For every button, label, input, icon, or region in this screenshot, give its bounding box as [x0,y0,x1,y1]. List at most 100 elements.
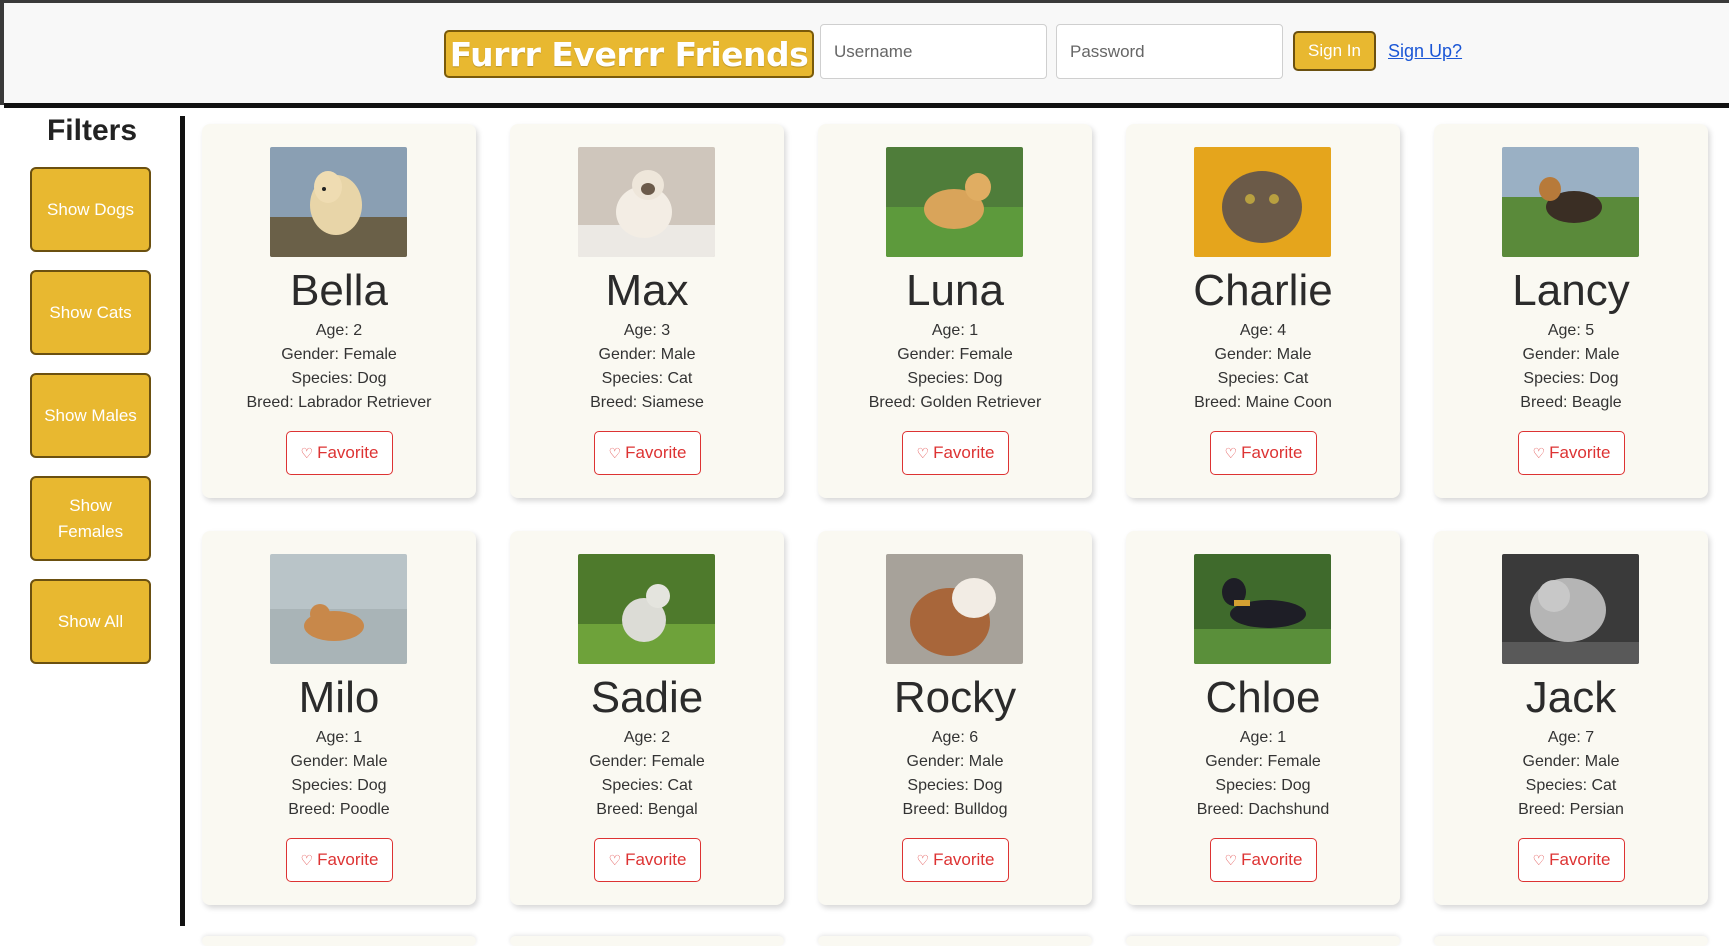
pet-gender: Gender: Female [281,346,397,363]
favorite-label: Favorite [1241,443,1303,462]
show-all-button[interactable]: Show All [30,579,151,664]
heart-icon: ♡ [916,445,930,461]
pet-species: Species: Dog [291,370,387,387]
pet-age: Age: 1 [1239,729,1287,746]
pet-name: Rocky [893,673,1017,722]
favorite-label: Favorite [1241,850,1303,869]
pet-photo [578,554,715,664]
pet-photo [1502,554,1639,664]
show-males-button[interactable]: Show Males [30,373,151,458]
show-dogs-button[interactable]: Show Dogs [30,167,151,252]
heart-icon: ♡ [300,852,314,868]
pet-gender: Gender: Male [598,346,696,363]
pet-species: Species: Dog [1215,777,1311,794]
pet-name: Jack [1525,673,1617,722]
pet-card [510,936,784,946]
pet-name: Bella [290,266,388,315]
pet-age: Age: 4 [1239,322,1287,339]
pet-breed: Breed: Siamese [590,394,704,411]
pet-gender: Gender: Male [1214,346,1312,363]
heart-icon: ♡ [1532,445,1546,461]
pet-photo [578,147,715,257]
heart-icon: ♡ [1224,852,1238,868]
favorite-label: Favorite [317,850,379,869]
pet-breed: Breed: Persian [1518,801,1624,818]
pet-card: Rocky Age: 6 Gender: Male Species: Dog B… [818,531,1092,905]
pet-species: Species: Cat [1525,777,1617,794]
pet-name: Max [605,266,689,315]
heart-icon: ♡ [1224,445,1238,461]
pet-photo [270,554,407,664]
sign-up-link[interactable]: Sign Up? [1388,41,1462,62]
favorite-label: Favorite [625,850,687,869]
heart-icon: ♡ [300,445,314,461]
favorite-label: Favorite [933,850,995,869]
favorite-button[interactable]: ♡ Favorite [1518,431,1625,475]
pet-breed: Breed: Beagle [1520,394,1622,411]
pet-photo [1194,147,1331,257]
site-logo[interactable]: Furrr Everrr Friends [444,30,814,78]
pet-name: Charlie [1193,266,1333,315]
pet-species: Species: Dog [907,777,1003,794]
pet-gender: Gender: Female [1205,753,1321,770]
pet-card: Chloe Age: 1 Gender: Female Species: Dog… [1126,531,1400,905]
pet-card: Sadie Age: 2 Gender: Female Species: Cat… [510,531,784,905]
heart-icon: ♡ [916,852,930,868]
pet-species: Species: Dog [291,777,387,794]
pet-name: Chloe [1205,673,1321,722]
pet-species: Species: Cat [601,370,693,387]
pet-age: Age: 5 [1547,322,1595,339]
favorite-label: Favorite [933,443,995,462]
pet-card: Lancy Age: 5 Gender: Male Species: Dog B… [1434,124,1708,498]
pet-name: Milo [298,673,380,722]
pet-breed: Breed: Bulldog [902,801,1008,818]
heart-icon: ♡ [1532,852,1546,868]
favorite-label: Favorite [1549,850,1611,869]
pet-age: Age: 6 [931,729,979,746]
pet-age: Age: 1 [315,729,363,746]
favorite-button[interactable]: ♡ Favorite [902,431,1009,475]
heart-icon: ♡ [608,852,622,868]
pet-species: Species: Cat [601,777,693,794]
pet-gender: Gender: Male [290,753,388,770]
pet-card [1126,936,1400,946]
show-cats-button[interactable]: Show Cats [30,270,151,355]
pet-breed: Breed: Bengal [596,801,698,818]
filters-sidebar: Filters Show Dogs Show Cats Show Males S… [4,108,180,942]
pet-card: Charlie Age: 4 Gender: Male Species: Cat… [1126,124,1400,498]
password-input[interactable] [1056,24,1283,79]
pet-photo [270,147,407,257]
favorite-button[interactable]: ♡ Favorite [1518,838,1625,882]
pet-species: Species: Dog [907,370,1003,387]
favorite-button[interactable]: ♡ Favorite [1210,838,1317,882]
favorite-button[interactable]: ♡ Favorite [594,838,701,882]
pet-age: Age: 2 [315,322,363,339]
username-input[interactable] [820,24,1047,79]
pet-breed: Breed: Labrador Retriever [246,394,432,411]
sidebar-divider [180,116,185,926]
pet-photo [1502,147,1639,257]
pet-photo [886,554,1023,664]
pet-breed: Breed: Poodle [288,801,390,818]
pet-gender: Gender: Male [906,753,1004,770]
pet-photo [886,147,1023,257]
pet-gender: Gender: Male [1522,753,1620,770]
favorite-label: Favorite [1549,443,1611,462]
sign-in-button[interactable]: Sign In [1293,31,1376,71]
pet-card [202,936,476,946]
top-bar: Furrr Everrr Friends Sign In Sign Up? [4,3,1729,108]
pet-photo [1194,554,1331,664]
favorite-button[interactable]: ♡ Favorite [902,838,1009,882]
pet-card [1434,936,1708,946]
pet-card: Jack Age: 7 Gender: Male Species: Cat Br… [1434,531,1708,905]
favorite-label: Favorite [625,443,687,462]
favorite-button[interactable]: ♡ Favorite [286,431,393,475]
pet-species: Species: Cat [1217,370,1309,387]
favorite-button[interactable]: ♡ Favorite [1210,431,1317,475]
pet-age: Age: 2 [623,729,671,746]
show-females-button[interactable]: Show Females [30,476,151,561]
favorite-button[interactable]: ♡ Favorite [286,838,393,882]
favorite-button[interactable]: ♡ Favorite [594,431,701,475]
logo-text: Furrr Everrr Friends [449,34,809,74]
pet-species: Species: Dog [1523,370,1619,387]
